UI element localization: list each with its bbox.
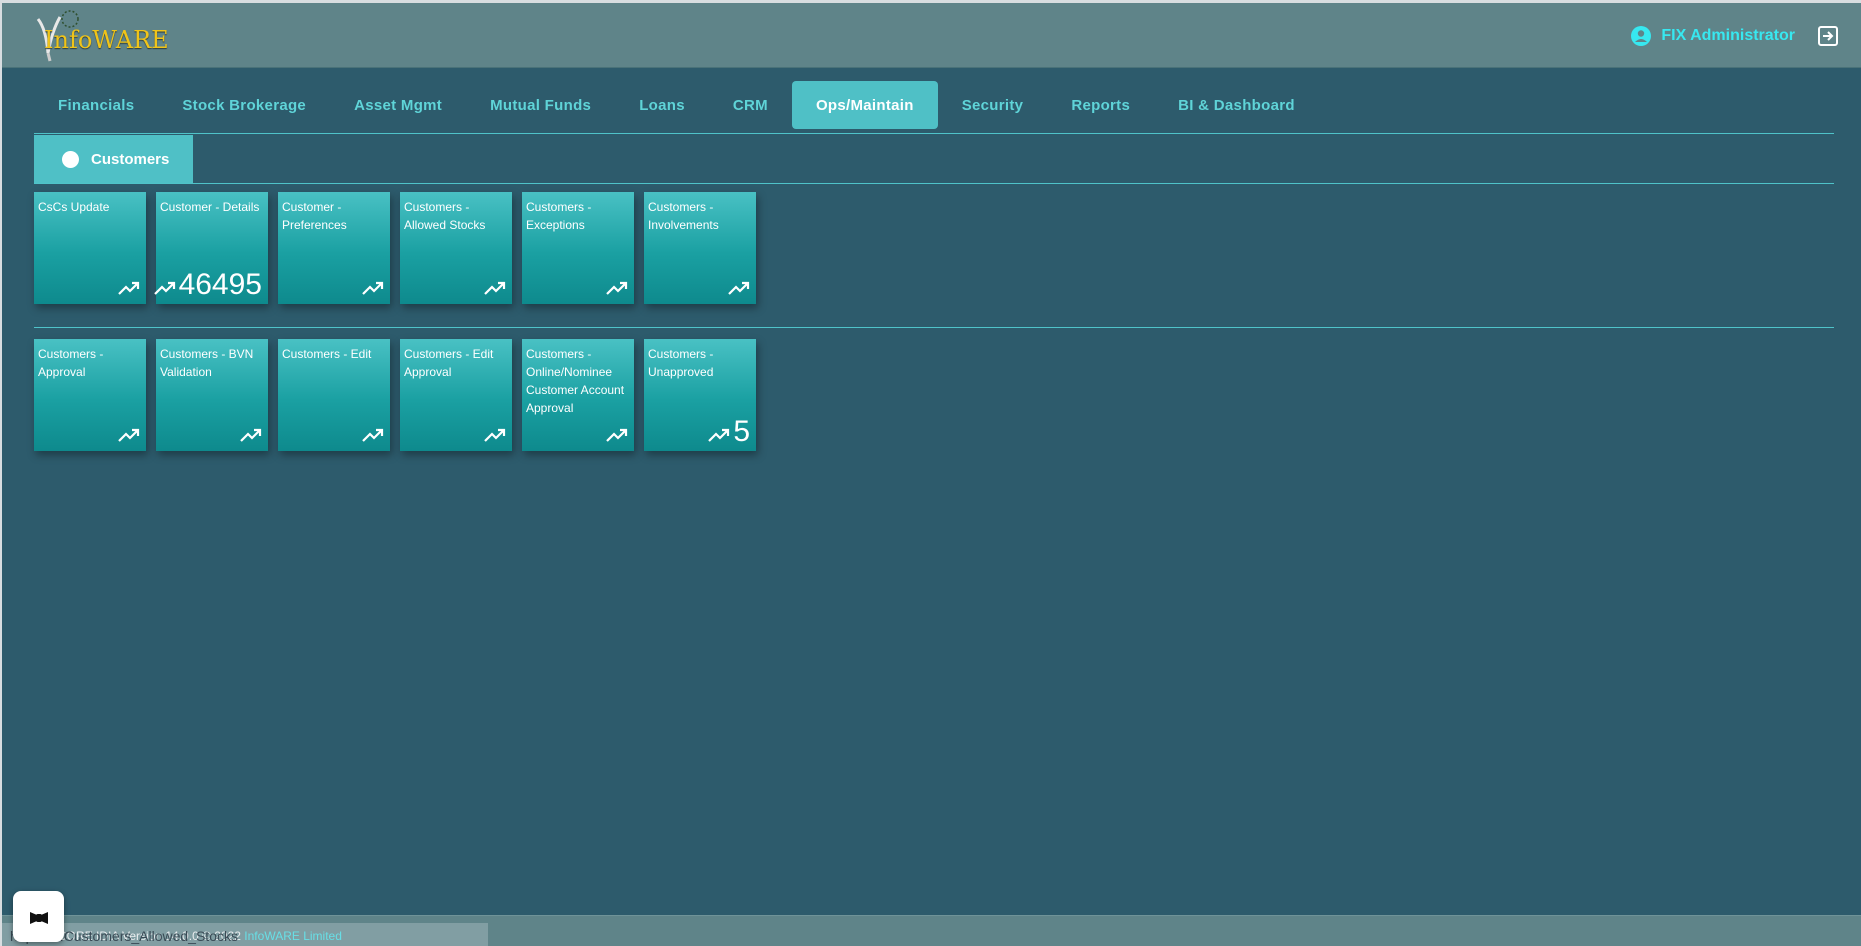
nav-ops-maintain[interactable]: Ops/Maintain <box>791 81 938 129</box>
trending-up-icon <box>240 428 262 442</box>
tile-label: Customers - BVN Validation <box>160 347 254 379</box>
circle-icon <box>62 151 79 168</box>
trending-up-icon <box>728 281 750 295</box>
nav-asset-mgmt[interactable]: Asset Mgmt <box>330 81 466 129</box>
tile-row-1: CsCs Update Customer - Details 46495 Cus… <box>34 192 756 304</box>
trending-up-icon <box>484 428 506 442</box>
tile-label: CsCs Update <box>38 200 110 214</box>
nav-crm[interactable]: CRM <box>709 81 792 129</box>
user-name: FIX Administrator <box>1661 27 1795 44</box>
nav-bi-dashboard[interactable]: BI & Dashboard <box>1154 81 1319 129</box>
tile-label: Customers - Allowed Stocks <box>404 200 486 232</box>
divider <box>34 327 1834 328</box>
trending-up-icon <box>708 428 730 442</box>
logout-icon[interactable] <box>1817 25 1839 47</box>
user-menu[interactable]: FIX Administrator <box>1631 26 1795 46</box>
tile-customers-involvements[interactable]: Customers - Involvements <box>644 192 756 304</box>
trending-up-icon <box>118 428 140 442</box>
tile-customer-details[interactable]: Customer - Details 46495 <box>153 192 268 304</box>
nav-stock-brokerage[interactable]: Stock Brokerage <box>158 81 330 129</box>
chat-widget-icon <box>29 911 48 924</box>
tile-label: Customers - Involvements <box>648 200 719 232</box>
help-button[interactable] <box>13 891 64 942</box>
tile-label: Customers - Online/Nominee Customer Acco… <box>526 347 625 415</box>
nav-reports[interactable]: Reports <box>1047 81 1154 129</box>
tile-customers-allowed-stocks[interactable]: Customers - Allowed Stocks <box>400 192 512 304</box>
user-circle-icon <box>1631 26 1652 46</box>
main-nav: Financials Stock Brokerage Asset Mgmt Mu… <box>34 81 1319 129</box>
tile-cscs-update[interactable]: CsCs Update <box>34 192 146 304</box>
tile-customers-exceptions[interactable]: Customers - Exceptions <box>522 192 634 304</box>
trending-up-icon <box>606 281 628 295</box>
tile-label: Customers - Edit Approval <box>404 347 494 379</box>
nav-financials[interactable]: Financials <box>34 81 158 129</box>
divider <box>34 183 1834 184</box>
trending-up-icon <box>362 428 384 442</box>
tile-customers-edit-approval[interactable]: Customers - Edit Approval <box>400 339 512 451</box>
trending-up-icon <box>118 281 140 295</box>
tile-label: Customers - Edit <box>282 347 372 361</box>
trending-up-icon <box>153 281 175 295</box>
tile-customers-approval[interactable]: Customers - Approval <box>34 339 146 451</box>
trending-up-icon <box>606 428 628 442</box>
nav-security[interactable]: Security <box>938 81 1048 129</box>
tile-label: Customer - Preferences <box>282 200 347 232</box>
tile-customers-bvn-validation[interactable]: Customers - BVN Validation <box>156 339 268 451</box>
divider <box>34 133 1834 134</box>
tile-row-2: Customers - Approval Customers - BVN Val… <box>34 339 756 451</box>
logo-text: InfoWARE <box>44 26 169 54</box>
tile-count: 46495 <box>178 268 262 301</box>
tile-customer-preferences[interactable]: Customer - Preferences <box>278 192 390 304</box>
trending-up-icon <box>484 281 506 295</box>
tile-count: 5 <box>733 415 750 448</box>
nav-mutual-funds[interactable]: Mutual Funds <box>466 81 615 129</box>
tile-label: Customers - Exceptions <box>526 200 592 232</box>
nav-loans[interactable]: Loans <box>615 81 709 129</box>
tile-customers-online-nominee-approval[interactable]: Customers - Online/Nominee Customer Acco… <box>522 339 634 451</box>
tile-label: Customers - Approval <box>38 347 104 379</box>
app-header: InfoWARE FIX Administrator <box>2 3 1861 68</box>
tile-label: Customer - Details <box>160 200 260 214</box>
tile-customers-unapproved[interactable]: Customers - Unapproved 5 <box>644 339 756 451</box>
status-bar-url: https://...Customers_Allowed_Stocks <box>2 923 488 946</box>
subtab-label: Customers <box>91 151 170 168</box>
tile-label: Customers - Unapproved <box>648 347 714 379</box>
trending-up-icon <box>362 281 384 295</box>
tile-customers-edit[interactable]: Customers - Edit <box>278 339 390 451</box>
subtab-customers[interactable]: Customers <box>34 135 193 184</box>
